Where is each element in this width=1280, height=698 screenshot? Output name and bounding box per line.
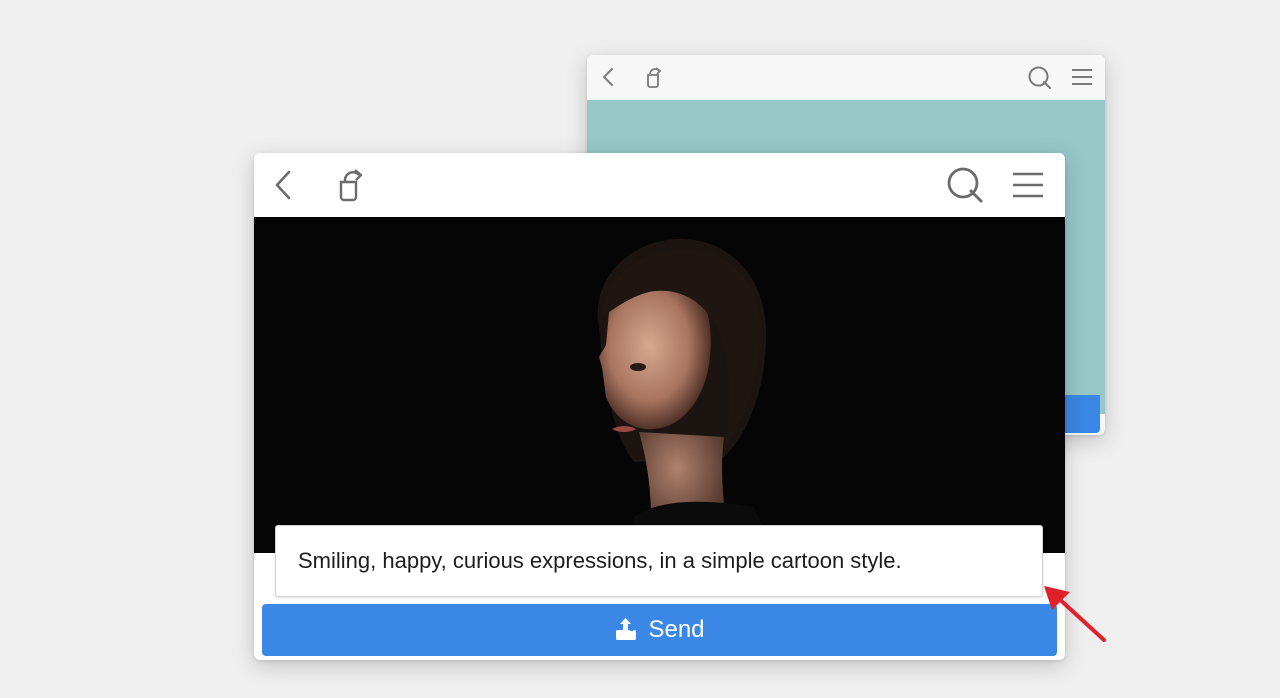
background-window-toolbar (587, 55, 1105, 101)
portrait-image (254, 217, 1065, 553)
prompt-input-text: Smiling, happy, curious expressions, in … (298, 548, 902, 573)
menu-icon[interactable] (1071, 68, 1093, 86)
share-icon[interactable] (336, 167, 368, 203)
send-button-label: Send (648, 616, 705, 643)
search-icon[interactable] (946, 166, 984, 204)
main-window: Smiling, happy, curious expressions, in … (254, 153, 1065, 660)
menu-icon[interactable] (1012, 171, 1044, 199)
portrait-illustration (254, 217, 1065, 553)
back-chevron-icon[interactable] (272, 169, 296, 201)
send-button[interactable]: Send (262, 604, 1057, 656)
pointer-arrow-icon (1044, 586, 1106, 642)
share-icon[interactable] (643, 65, 665, 89)
back-chevron-icon[interactable] (599, 66, 619, 88)
search-icon[interactable] (1027, 65, 1053, 91)
prompt-input[interactable]: Smiling, happy, curious expressions, in … (275, 525, 1043, 597)
main-window-toolbar (254, 153, 1065, 217)
upload-icon (616, 618, 637, 640)
